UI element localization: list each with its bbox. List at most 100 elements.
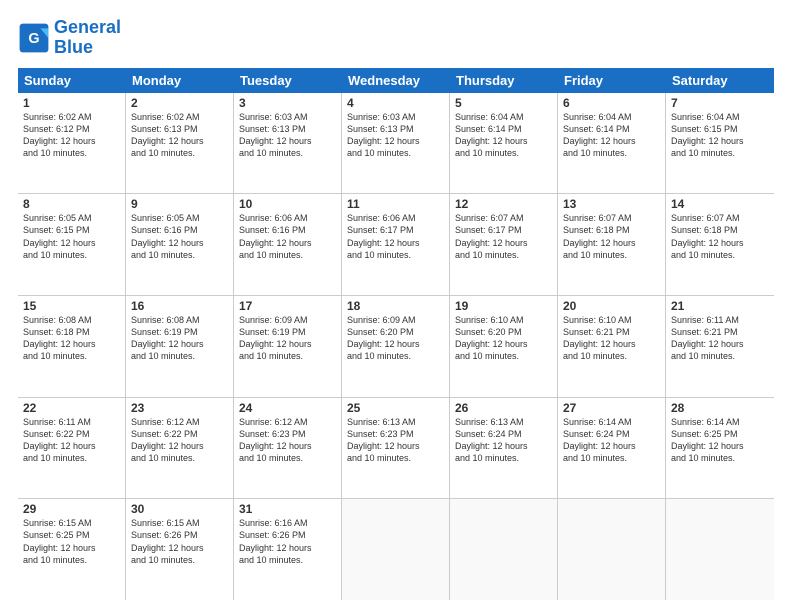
day-number: 6 xyxy=(563,96,660,110)
day-number: 16 xyxy=(131,299,228,313)
table-row: 15Sunrise: 6:08 AM Sunset: 6:18 PM Dayli… xyxy=(18,296,126,397)
day-header-wednesday: Wednesday xyxy=(342,68,450,93)
day-number: 13 xyxy=(563,197,660,211)
day-header-thursday: Thursday xyxy=(450,68,558,93)
table-row: 20Sunrise: 6:10 AM Sunset: 6:21 PM Dayli… xyxy=(558,296,666,397)
day-info: Sunrise: 6:05 AM Sunset: 6:15 PM Dayligh… xyxy=(23,212,120,261)
calendar-week-5: 29Sunrise: 6:15 AM Sunset: 6:25 PM Dayli… xyxy=(18,499,774,600)
table-row: 4Sunrise: 6:03 AM Sunset: 6:13 PM Daylig… xyxy=(342,93,450,194)
page: G General Blue SundayMondayTuesdayWednes… xyxy=(0,0,792,612)
table-row: 17Sunrise: 6:09 AM Sunset: 6:19 PM Dayli… xyxy=(234,296,342,397)
table-row: 25Sunrise: 6:13 AM Sunset: 6:23 PM Dayli… xyxy=(342,398,450,499)
day-info: Sunrise: 6:08 AM Sunset: 6:18 PM Dayligh… xyxy=(23,314,120,363)
day-info: Sunrise: 6:11 AM Sunset: 6:21 PM Dayligh… xyxy=(671,314,769,363)
table-row: 5Sunrise: 6:04 AM Sunset: 6:14 PM Daylig… xyxy=(450,93,558,194)
day-header-monday: Monday xyxy=(126,68,234,93)
day-header-tuesday: Tuesday xyxy=(234,68,342,93)
table-row: 24Sunrise: 6:12 AM Sunset: 6:23 PM Dayli… xyxy=(234,398,342,499)
day-info: Sunrise: 6:03 AM Sunset: 6:13 PM Dayligh… xyxy=(239,111,336,160)
table-row: 14Sunrise: 6:07 AM Sunset: 6:18 PM Dayli… xyxy=(666,194,774,295)
day-info: Sunrise: 6:12 AM Sunset: 6:22 PM Dayligh… xyxy=(131,416,228,465)
table-row: 18Sunrise: 6:09 AM Sunset: 6:20 PM Dayli… xyxy=(342,296,450,397)
day-info: Sunrise: 6:10 AM Sunset: 6:20 PM Dayligh… xyxy=(455,314,552,363)
table-row: 16Sunrise: 6:08 AM Sunset: 6:19 PM Dayli… xyxy=(126,296,234,397)
day-info: Sunrise: 6:07 AM Sunset: 6:17 PM Dayligh… xyxy=(455,212,552,261)
day-number: 7 xyxy=(671,96,769,110)
calendar-week-4: 22Sunrise: 6:11 AM Sunset: 6:22 PM Dayli… xyxy=(18,398,774,500)
day-number: 3 xyxy=(239,96,336,110)
day-info: Sunrise: 6:07 AM Sunset: 6:18 PM Dayligh… xyxy=(563,212,660,261)
day-info: Sunrise: 6:15 AM Sunset: 6:26 PM Dayligh… xyxy=(131,517,228,566)
day-info: Sunrise: 6:02 AM Sunset: 6:13 PM Dayligh… xyxy=(131,111,228,160)
day-number: 30 xyxy=(131,502,228,516)
day-number: 26 xyxy=(455,401,552,415)
day-number: 15 xyxy=(23,299,120,313)
header: G General Blue xyxy=(18,18,774,58)
day-number: 2 xyxy=(131,96,228,110)
day-info: Sunrise: 6:09 AM Sunset: 6:20 PM Dayligh… xyxy=(347,314,444,363)
table-row: 27Sunrise: 6:14 AM Sunset: 6:24 PM Dayli… xyxy=(558,398,666,499)
calendar-header: SundayMondayTuesdayWednesdayThursdayFrid… xyxy=(18,68,774,93)
logo-text: General Blue xyxy=(54,18,121,58)
table-row: 13Sunrise: 6:07 AM Sunset: 6:18 PM Dayli… xyxy=(558,194,666,295)
day-header-saturday: Saturday xyxy=(666,68,774,93)
day-number: 27 xyxy=(563,401,660,415)
table-row: 31Sunrise: 6:16 AM Sunset: 6:26 PM Dayli… xyxy=(234,499,342,600)
day-info: Sunrise: 6:06 AM Sunset: 6:16 PM Dayligh… xyxy=(239,212,336,261)
day-info: Sunrise: 6:09 AM Sunset: 6:19 PM Dayligh… xyxy=(239,314,336,363)
day-number: 8 xyxy=(23,197,120,211)
logo-blue: Blue xyxy=(54,37,93,57)
day-number: 28 xyxy=(671,401,769,415)
table-row: 6Sunrise: 6:04 AM Sunset: 6:14 PM Daylig… xyxy=(558,93,666,194)
day-info: Sunrise: 6:04 AM Sunset: 6:14 PM Dayligh… xyxy=(563,111,660,160)
day-header-friday: Friday xyxy=(558,68,666,93)
day-info: Sunrise: 6:05 AM Sunset: 6:16 PM Dayligh… xyxy=(131,212,228,261)
logo-general: General xyxy=(54,17,121,37)
day-number: 29 xyxy=(23,502,120,516)
day-info: Sunrise: 6:15 AM Sunset: 6:25 PM Dayligh… xyxy=(23,517,120,566)
day-number: 24 xyxy=(239,401,336,415)
table-row xyxy=(558,499,666,600)
table-row: 30Sunrise: 6:15 AM Sunset: 6:26 PM Dayli… xyxy=(126,499,234,600)
table-row: 23Sunrise: 6:12 AM Sunset: 6:22 PM Dayli… xyxy=(126,398,234,499)
day-number: 22 xyxy=(23,401,120,415)
day-number: 10 xyxy=(239,197,336,211)
day-number: 18 xyxy=(347,299,444,313)
table-row: 22Sunrise: 6:11 AM Sunset: 6:22 PM Dayli… xyxy=(18,398,126,499)
day-number: 9 xyxy=(131,197,228,211)
day-number: 12 xyxy=(455,197,552,211)
day-info: Sunrise: 6:16 AM Sunset: 6:26 PM Dayligh… xyxy=(239,517,336,566)
day-number: 25 xyxy=(347,401,444,415)
table-row: 8Sunrise: 6:05 AM Sunset: 6:15 PM Daylig… xyxy=(18,194,126,295)
day-number: 1 xyxy=(23,96,120,110)
day-info: Sunrise: 6:10 AM Sunset: 6:21 PM Dayligh… xyxy=(563,314,660,363)
day-number: 31 xyxy=(239,502,336,516)
day-info: Sunrise: 6:13 AM Sunset: 6:23 PM Dayligh… xyxy=(347,416,444,465)
table-row: 29Sunrise: 6:15 AM Sunset: 6:25 PM Dayli… xyxy=(18,499,126,600)
day-info: Sunrise: 6:14 AM Sunset: 6:24 PM Dayligh… xyxy=(563,416,660,465)
calendar: SundayMondayTuesdayWednesdayThursdayFrid… xyxy=(18,68,774,600)
day-info: Sunrise: 6:14 AM Sunset: 6:25 PM Dayligh… xyxy=(671,416,769,465)
calendar-week-2: 8Sunrise: 6:05 AM Sunset: 6:15 PM Daylig… xyxy=(18,194,774,296)
day-number: 5 xyxy=(455,96,552,110)
day-number: 21 xyxy=(671,299,769,313)
table-row: 9Sunrise: 6:05 AM Sunset: 6:16 PM Daylig… xyxy=(126,194,234,295)
day-header-sunday: Sunday xyxy=(18,68,126,93)
table-row: 12Sunrise: 6:07 AM Sunset: 6:17 PM Dayli… xyxy=(450,194,558,295)
day-info: Sunrise: 6:13 AM Sunset: 6:24 PM Dayligh… xyxy=(455,416,552,465)
table-row: 2Sunrise: 6:02 AM Sunset: 6:13 PM Daylig… xyxy=(126,93,234,194)
day-info: Sunrise: 6:03 AM Sunset: 6:13 PM Dayligh… xyxy=(347,111,444,160)
table-row xyxy=(342,499,450,600)
table-row: 3Sunrise: 6:03 AM Sunset: 6:13 PM Daylig… xyxy=(234,93,342,194)
day-info: Sunrise: 6:06 AM Sunset: 6:17 PM Dayligh… xyxy=(347,212,444,261)
day-info: Sunrise: 6:11 AM Sunset: 6:22 PM Dayligh… xyxy=(23,416,120,465)
table-row: 10Sunrise: 6:06 AM Sunset: 6:16 PM Dayli… xyxy=(234,194,342,295)
table-row: 1Sunrise: 6:02 AM Sunset: 6:12 PM Daylig… xyxy=(18,93,126,194)
calendar-week-1: 1Sunrise: 6:02 AM Sunset: 6:12 PM Daylig… xyxy=(18,93,774,195)
table-row: 11Sunrise: 6:06 AM Sunset: 6:17 PM Dayli… xyxy=(342,194,450,295)
calendar-body: 1Sunrise: 6:02 AM Sunset: 6:12 PM Daylig… xyxy=(18,93,774,600)
day-number: 17 xyxy=(239,299,336,313)
day-info: Sunrise: 6:04 AM Sunset: 6:15 PM Dayligh… xyxy=(671,111,769,160)
table-row: 19Sunrise: 6:10 AM Sunset: 6:20 PM Dayli… xyxy=(450,296,558,397)
day-info: Sunrise: 6:07 AM Sunset: 6:18 PM Dayligh… xyxy=(671,212,769,261)
